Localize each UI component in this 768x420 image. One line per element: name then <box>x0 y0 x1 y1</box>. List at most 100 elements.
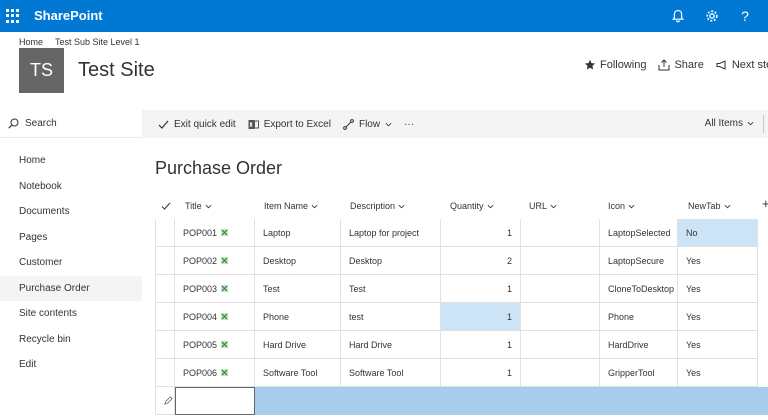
gear-icon[interactable] <box>702 6 722 26</box>
search-box[interactable]: Search <box>0 110 142 138</box>
cell-title[interactable]: POP001 <box>175 219 255 247</box>
cell-quantity[interactable]: 2 <box>441 247 521 275</box>
cell-description[interactable]: test <box>341 303 441 331</box>
breadcrumb-subsite[interactable]: Test Sub Site Level 1 <box>55 37 140 47</box>
cell-quantity[interactable]: 1 <box>441 331 521 359</box>
site-logo[interactable]: TS <box>19 48 64 93</box>
nav-item-purchase-order[interactable]: Purchase Order <box>0 275 142 301</box>
export-to-excel-button[interactable]: Export to Excel <box>242 119 337 130</box>
cell-item-name[interactable]: Test <box>255 275 341 303</box>
table-row[interactable]: POP002 Desktop Desktop 2 LaptopSecure Ye… <box>155 247 768 275</box>
cell-quantity[interactable]: 1 <box>441 303 521 331</box>
cell-icon[interactable]: CloneToDesktop <box>600 275 678 303</box>
column-header-label: Title <box>185 201 202 211</box>
cell-newtab[interactable]: Yes <box>678 331 758 359</box>
row-select-cell[interactable] <box>155 303 175 331</box>
column-header-url[interactable]: URL <box>523 193 600 219</box>
cell-newtab[interactable]: Yes <box>678 247 758 275</box>
cell-title[interactable]: POP002 <box>175 247 255 275</box>
brand-name[interactable]: SharePoint <box>34 8 103 23</box>
new-title-input[interactable] <box>175 387 255 415</box>
cell-item-name[interactable]: Software Tool <box>255 359 341 387</box>
column-header-item-name[interactable]: Item Name <box>258 193 343 219</box>
select-all-checkbox[interactable] <box>155 193 175 219</box>
cell-icon[interactable]: Phone <box>600 303 678 331</box>
cell-item-name[interactable]: Laptop <box>255 219 341 247</box>
new-url-cell[interactable] <box>521 387 600 415</box>
cell-description[interactable]: Software Tool <box>341 359 441 387</box>
nav-item-recycle-bin[interactable]: Recycle bin <box>0 327 142 353</box>
row-select-cell[interactable] <box>155 331 175 359</box>
help-icon[interactable]: ? <box>735 6 755 26</box>
cell-description[interactable]: Hard Drive <box>341 331 441 359</box>
new-item-row[interactable] <box>155 387 768 415</box>
row-select-cell[interactable] <box>155 247 175 275</box>
table-row[interactable]: POP006 Software Tool Software Tool 1 Gri… <box>155 359 768 387</box>
cell-title[interactable]: POP004 <box>175 303 255 331</box>
table-row[interactable]: POP004 Phone test 1 Phone Yes <box>155 303 768 331</box>
column-header-icon[interactable]: Icon <box>602 193 680 219</box>
site-title[interactable]: Test Site <box>78 59 155 82</box>
cell-icon[interactable]: GripperTool <box>600 359 678 387</box>
cell-title[interactable]: POP003 <box>175 275 255 303</box>
edit-pencil-icon[interactable] <box>155 387 175 415</box>
new-newtab-cell[interactable] <box>678 387 768 415</box>
cell-newtab[interactable]: Yes <box>678 275 758 303</box>
cell-description[interactable]: Laptop for project <box>341 219 441 247</box>
column-header-quantity[interactable]: Quantity <box>444 193 523 219</box>
view-selector[interactable]: All Items <box>705 118 754 129</box>
cell-description[interactable]: Test <box>341 275 441 303</box>
column-header-description[interactable]: Description <box>344 193 441 219</box>
cell-url[interactable] <box>521 275 600 303</box>
table-row[interactable]: POP003 Test Test 1 CloneToDesktop Yes <box>155 275 768 303</box>
cell-item-name[interactable]: Phone <box>255 303 341 331</box>
cell-newtab[interactable]: No <box>678 219 758 247</box>
flow-button[interactable]: Flow <box>337 119 398 130</box>
nav-item-home[interactable]: Home <box>0 148 142 174</box>
cell-title[interactable]: POP006 <box>175 359 255 387</box>
more-button[interactable]: ··· <box>398 119 420 130</box>
column-header-title[interactable]: Title <box>179 193 258 219</box>
cell-url[interactable] <box>521 247 600 275</box>
column-header-newtab[interactable]: NewTab <box>682 193 762 219</box>
cell-item-name[interactable]: Hard Drive <box>255 331 341 359</box>
row-select-cell[interactable] <box>155 219 175 247</box>
cell-url[interactable] <box>521 359 600 387</box>
cell-item-name[interactable]: Desktop <box>255 247 341 275</box>
waffle-icon[interactable] <box>6 9 20 23</box>
breadcrumb-home[interactable]: Home <box>19 37 43 47</box>
cell-icon[interactable]: HardDrive <box>600 331 678 359</box>
nav-item-pages[interactable]: Pages <box>0 225 142 251</box>
cell-quantity[interactable]: 1 <box>441 275 521 303</box>
cell-url[interactable] <box>521 219 600 247</box>
cell-url[interactable] <box>521 331 600 359</box>
cell-url[interactable] <box>521 303 600 331</box>
cell-title[interactable]: POP005 <box>175 331 255 359</box>
table-row[interactable]: POP005 Hard Drive Hard Drive 1 HardDrive… <box>155 331 768 359</box>
bell-icon[interactable] <box>668 6 688 26</box>
new-quantity-cell[interactable] <box>441 387 521 415</box>
exit-quick-edit-button[interactable]: Exit quick edit <box>152 119 242 130</box>
share-button[interactable]: Share <box>658 59 704 71</box>
new-description-cell[interactable] <box>341 387 441 415</box>
cell-icon[interactable]: LaptopSecure <box>600 247 678 275</box>
row-select-cell[interactable] <box>155 359 175 387</box>
next-steps-button[interactable]: Next steps <box>716 59 768 71</box>
nav-item-edit[interactable]: Edit <box>0 352 142 378</box>
cell-quantity[interactable]: 1 <box>441 359 521 387</box>
new-icon-cell[interactable] <box>600 387 678 415</box>
cell-icon[interactable]: LaptopSelected <box>600 219 678 247</box>
new-item-name-cell[interactable] <box>255 387 341 415</box>
nav-item-documents[interactable]: Documents <box>0 199 142 225</box>
cell-newtab[interactable]: Yes <box>678 303 758 331</box>
following-button[interactable]: Following <box>584 59 646 71</box>
cell-quantity[interactable]: 1 <box>441 219 521 247</box>
row-select-cell[interactable] <box>155 275 175 303</box>
nav-item-notebook[interactable]: Notebook <box>0 174 142 200</box>
add-column-button[interactable]: + <box>762 196 768 211</box>
cell-newtab[interactable]: Yes <box>678 359 758 387</box>
table-row[interactable]: POP001 Laptop Laptop for project 1 Lapto… <box>155 219 768 247</box>
cell-description[interactable]: Desktop <box>341 247 441 275</box>
nav-item-customer[interactable]: Customer <box>0 250 142 276</box>
nav-item-site-contents[interactable]: Site contents <box>0 301 142 327</box>
